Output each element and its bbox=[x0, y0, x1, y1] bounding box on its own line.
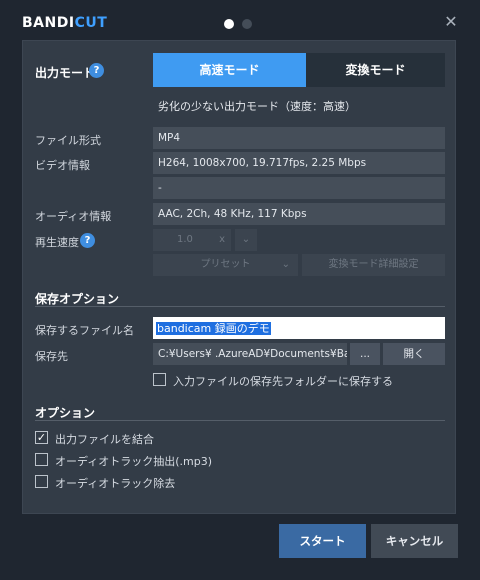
extract-audio-label: オーディオトラック抽出(.mp3) bbox=[55, 455, 213, 468]
same-folder-checkbox[interactable] bbox=[153, 373, 166, 386]
browse-button[interactable]: ... bbox=[350, 343, 380, 365]
save-options-title: 保存オプション bbox=[35, 292, 120, 306]
preset-label: プリセット bbox=[200, 259, 251, 270]
convert-mode-button[interactable]: 変換モード bbox=[306, 53, 445, 87]
save-options-divider bbox=[35, 306, 445, 307]
page-indicator bbox=[224, 19, 260, 32]
options-title: オプション bbox=[35, 406, 96, 420]
fast-mode-button[interactable]: 高速モード bbox=[153, 53, 306, 87]
video-info-label: ビデオ情報 bbox=[35, 159, 90, 172]
start-button[interactable]: スタート bbox=[279, 524, 366, 558]
speed-help-icon[interactable]: ? bbox=[80, 233, 95, 248]
mode-description: 劣化の少ない出力モード（速度：高速） bbox=[158, 100, 356, 113]
same-folder-label: 入力ファイルの保存先フォルダーに保存する bbox=[173, 375, 393, 388]
video-info-value: H264, 1008x700, 19.717fps, 2.25 Mbps bbox=[153, 152, 445, 174]
extra-info-value: - bbox=[153, 177, 445, 199]
speed-unit: x bbox=[219, 234, 225, 245]
page-dot-1[interactable] bbox=[224, 19, 234, 29]
format-label: ファイル形式 bbox=[35, 134, 101, 147]
filename-input[interactable]: bandicam 録画のデモ bbox=[153, 317, 445, 339]
filename-label: 保存するファイル名 bbox=[35, 324, 134, 337]
speed-select[interactable]: 1.0 x bbox=[153, 229, 231, 251]
logo-part-cut: CUT bbox=[74, 15, 108, 31]
page-dot-2[interactable] bbox=[242, 19, 252, 29]
speed-value: 1.0 bbox=[177, 234, 193, 245]
format-value: MP4 bbox=[153, 127, 445, 149]
remove-audio-checkbox[interactable] bbox=[35, 475, 48, 488]
app-logo: BANDICUT bbox=[22, 15, 107, 31]
filename-value: bandicam 録画のデモ bbox=[156, 322, 271, 335]
cancel-button[interactable]: キャンセル bbox=[371, 524, 458, 558]
audio-info-label: オーディオ情報 bbox=[35, 210, 112, 223]
speed-dropdown-icon[interactable]: ⌄ bbox=[235, 229, 257, 251]
remove-audio-label: オーディオトラック除去 bbox=[55, 477, 176, 490]
preset-select[interactable]: プリセット ⌄ bbox=[153, 254, 298, 276]
speed-label: 再生速度 bbox=[35, 236, 79, 249]
merge-checkbox[interactable]: ✓ bbox=[35, 431, 48, 444]
close-icon[interactable]: ✕ bbox=[442, 13, 460, 31]
options-divider bbox=[35, 420, 445, 421]
output-mode-label: 出力モード bbox=[35, 66, 96, 80]
output-mode-help-icon[interactable]: ? bbox=[89, 63, 104, 78]
logo-part-bandi: BANDI bbox=[22, 15, 75, 31]
audio-info-value: AAC, 2Ch, 48 KHz, 117 Kbps bbox=[153, 203, 445, 225]
destination-input[interactable]: C:¥Users¥ .AzureAD¥Documents¥Ba bbox=[153, 343, 347, 365]
open-folder-button[interactable]: 開く bbox=[383, 343, 445, 365]
preset-chevron-down-icon: ⌄ bbox=[281, 259, 290, 270]
advanced-settings-button[interactable]: 変換モード詳細設定 bbox=[302, 254, 445, 276]
merge-label: 出力ファイルを結合 bbox=[55, 433, 154, 446]
destination-label: 保存先 bbox=[35, 350, 68, 363]
extract-audio-checkbox[interactable] bbox=[35, 453, 48, 466]
